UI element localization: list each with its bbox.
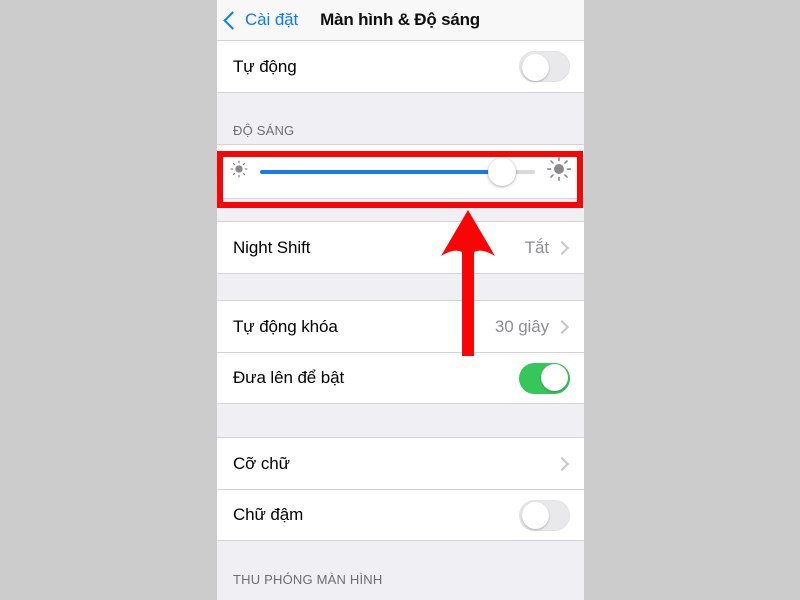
night-shift-group: Night Shift Tắt [217, 221, 584, 274]
toggle-auto-brightness[interactable] [519, 51, 570, 82]
section-header-brightness: ĐỘ SÁNG [217, 93, 584, 144]
text-group: Cỡ chữ Chữ đậm [217, 437, 584, 541]
row-label-auto-brightness: Tự động [233, 56, 297, 76]
row-brightness-slider[interactable] [217, 145, 584, 198]
section-gap [217, 404, 584, 437]
section-gap [217, 199, 584, 221]
row-bold-text[interactable]: Chữ đậm [217, 489, 584, 540]
brightness-slider[interactable] [260, 157, 535, 187]
row-accessory-auto-lock: 30 giây [495, 317, 570, 337]
page-title: Màn hình & Độ sáng [320, 10, 480, 29]
row-label-raise-to-wake: Đưa lên để bật [233, 368, 345, 387]
sun-low-icon [229, 159, 249, 184]
toggle-knob [540, 364, 568, 391]
row-text-size[interactable]: Cỡ chữ [217, 438, 584, 489]
chevron-right-icon [554, 319, 570, 334]
row-accessory-night-shift: Tắt [525, 238, 570, 258]
section-header-display-zoom: THU PHÓNG MÀN HÌNH [217, 541, 584, 593]
phone-screen: Cài đặt Màn hình & Độ sáng Tự động ĐỘ SÁ… [217, 0, 584, 600]
row-label-text-size: Cỡ chữ [233, 453, 290, 473]
row-label-night-shift: Night Shift [233, 237, 311, 257]
row-label-auto-lock: Tự động khóa [233, 316, 338, 336]
row-value-auto-lock: 30 giây [494, 316, 549, 336]
row-auto-brightness[interactable]: Tự động [217, 41, 584, 92]
row-night-shift[interactable]: Night Shift Tắt [217, 222, 584, 273]
back-button[interactable]: Cài đặt [223, 10, 299, 30]
chevron-right-icon [554, 240, 570, 255]
section-gap [217, 274, 584, 300]
auto-brightness-group: Tự động [217, 41, 584, 93]
toggle-knob [521, 502, 549, 529]
slider-fill [260, 169, 502, 174]
toggle-bold-text[interactable] [519, 499, 570, 531]
slider-thumb[interactable] [488, 157, 516, 186]
row-value-night-shift: Tắt [524, 237, 549, 257]
row-label-bold-text: Chữ đậm [233, 505, 304, 524]
chevron-left-icon [223, 10, 242, 30]
back-button-label: Cài đặt [245, 10, 299, 29]
row-auto-lock[interactable]: Tự động khóa 30 giây [217, 301, 584, 352]
toggle-raise-to-wake[interactable] [519, 362, 570, 394]
brightness-group [217, 144, 584, 199]
toggle-knob [521, 53, 549, 81]
chevron-right-icon [554, 456, 570, 471]
lock-group: Tự động khóa 30 giây Đưa lên để bật [217, 300, 584, 404]
sun-high-icon [546, 156, 572, 187]
row-accessory-text-size [554, 456, 570, 471]
navigation-bar: Cài đặt Màn hình & Độ sáng [217, 0, 584, 41]
row-raise-to-wake[interactable]: Đưa lên để bật [217, 352, 584, 403]
